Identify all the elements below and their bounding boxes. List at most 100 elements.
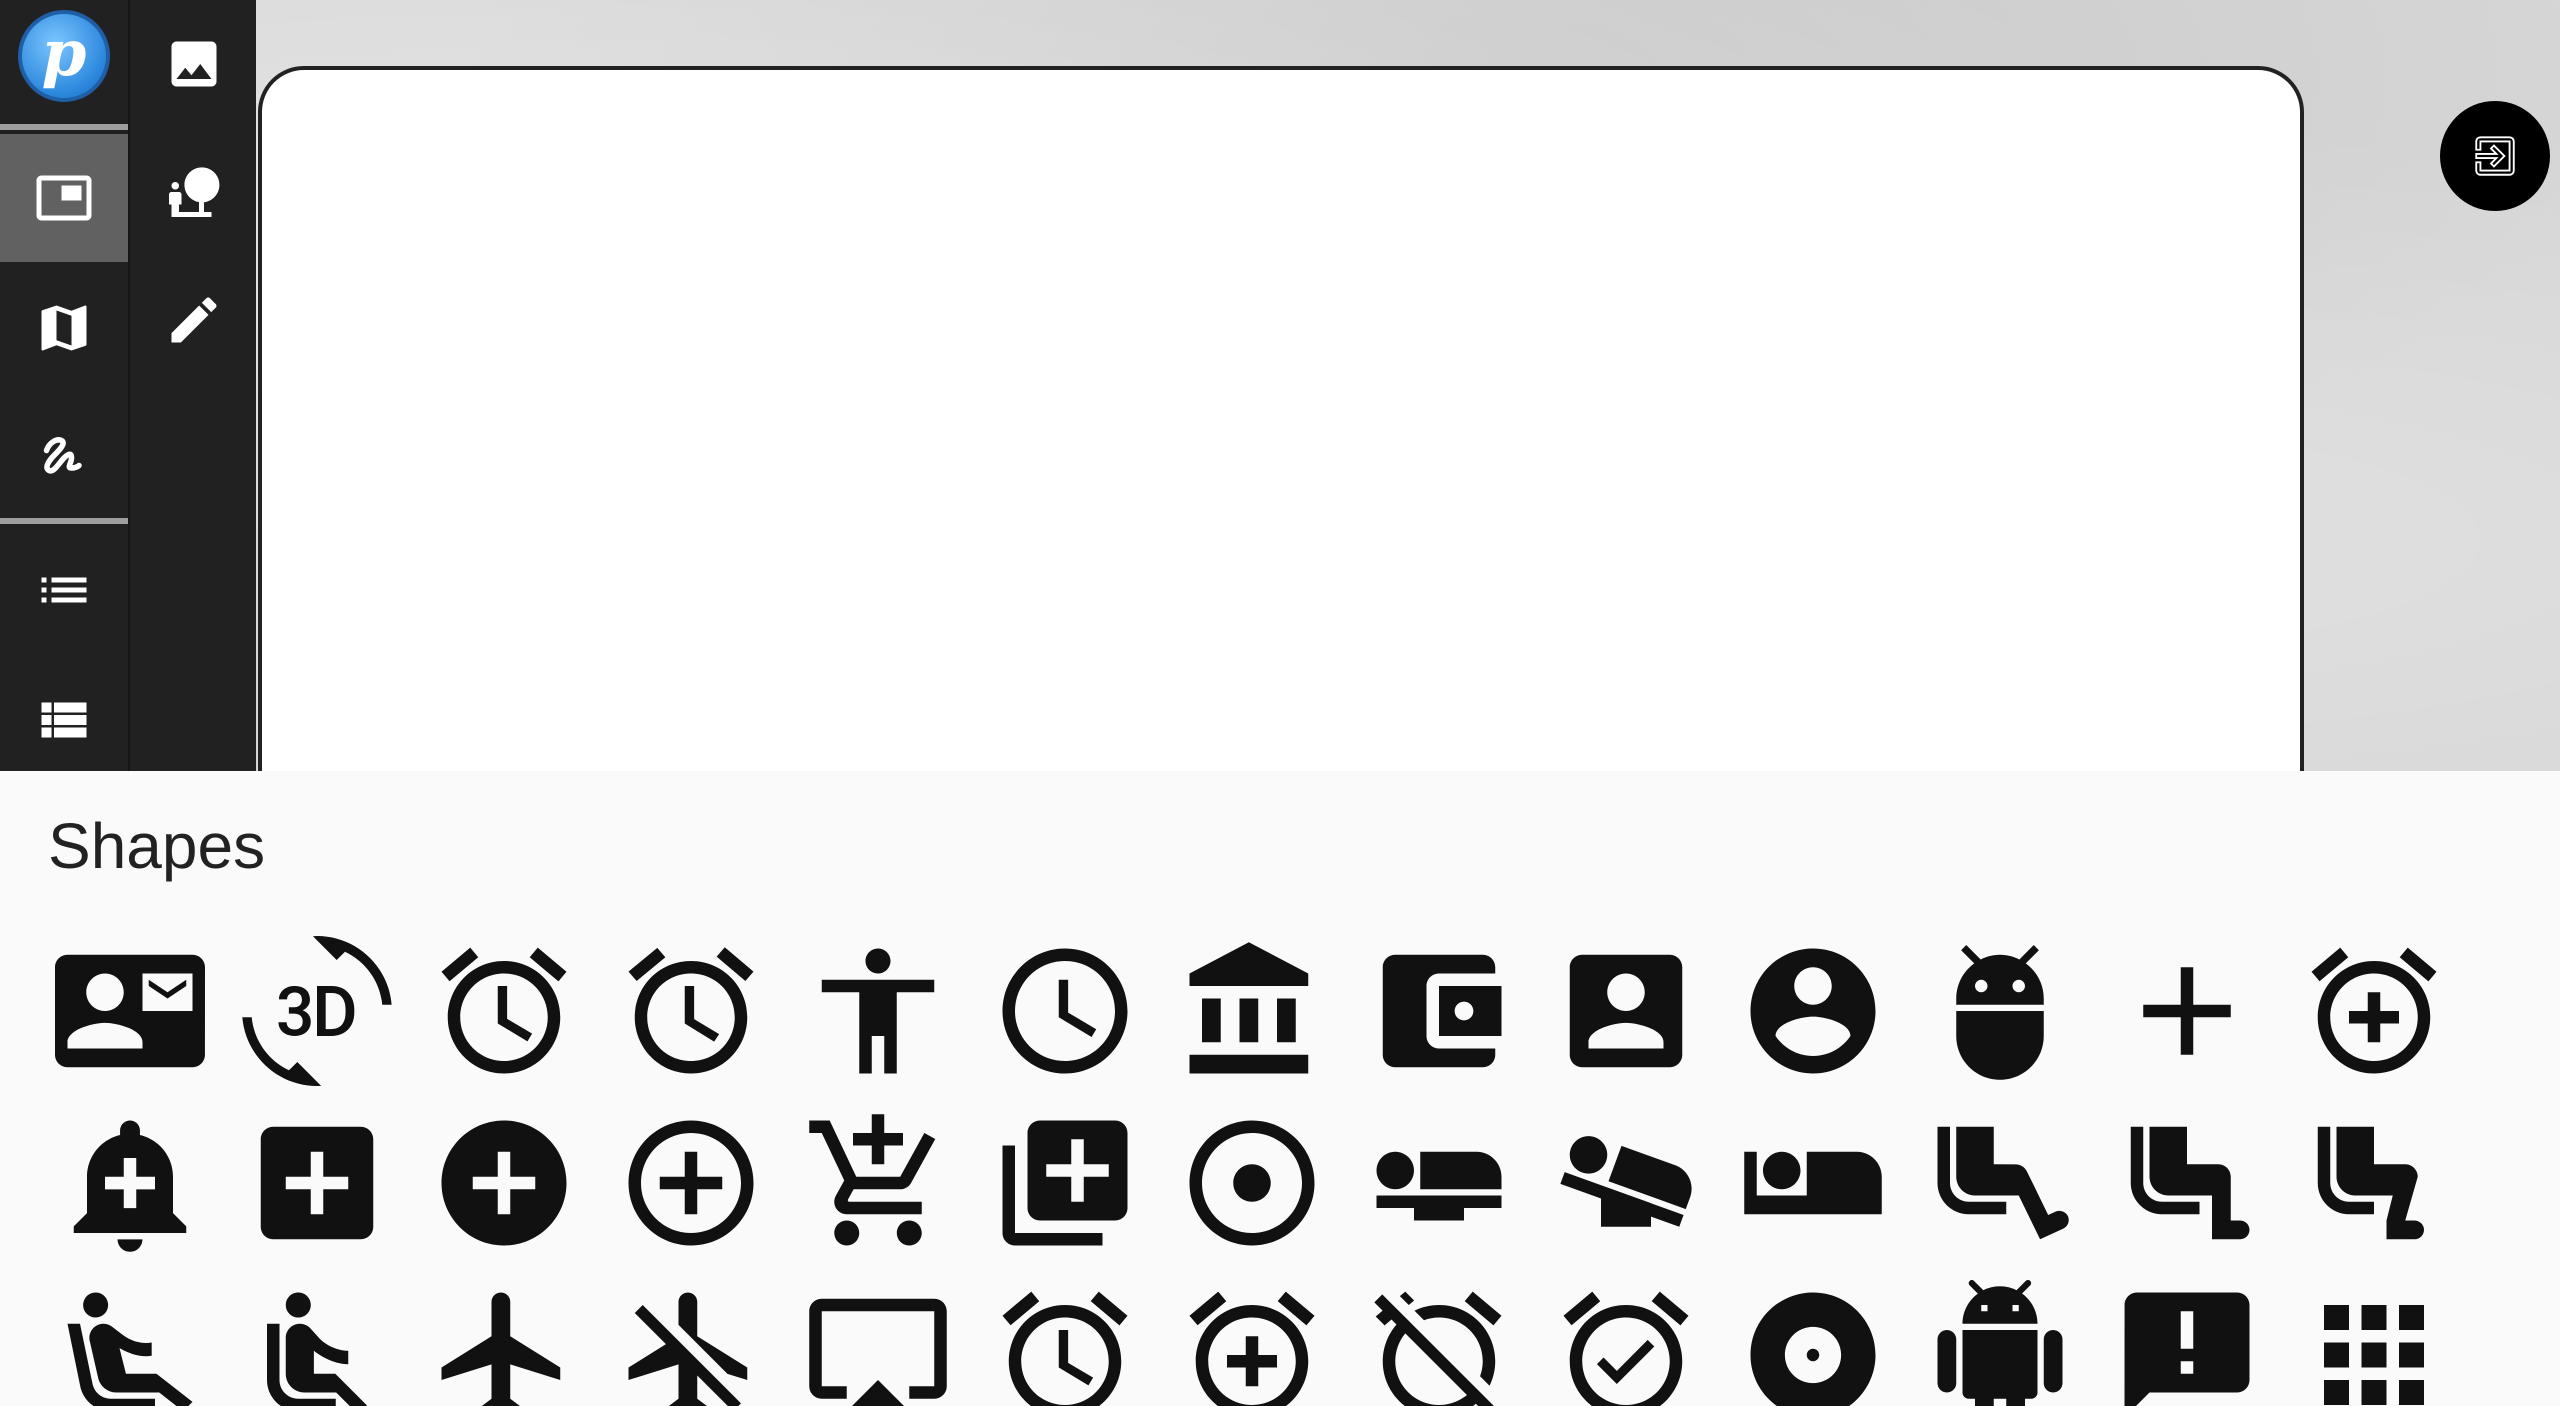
app-logo[interactable]: p — [18, 10, 110, 102]
add-shopping-cart-icon — [808, 1114, 935, 1246]
drawing-canvas[interactable] — [258, 66, 2304, 826]
exit-button[interactable] — [2440, 101, 2550, 211]
shape-airline-seat-legroom-normal[interactable] — [2093, 1097, 2280, 1269]
shape-airline-seat-flat-angled[interactable] — [1532, 1097, 1719, 1269]
account-balance-icon — [1189, 942, 1308, 1074]
airline-seat-legroom-normal-icon — [2130, 1126, 2249, 1240]
rail-item-signature[interactable] — [0, 394, 128, 522]
3d-rotation-icon — [241, 936, 392, 1086]
table-list-icon — [41, 702, 87, 738]
shape-android[interactable] — [1906, 1269, 2093, 1406]
logo-letter: p — [41, 16, 87, 91]
shape-airline-seat-recline-extra[interactable] — [36, 1269, 223, 1406]
add-circle-outline-icon — [628, 1120, 753, 1246]
accessibility-icon — [821, 948, 934, 1074]
airplay-icon — [808, 1298, 947, 1406]
airline-seat-recline-normal-icon — [266, 1292, 367, 1406]
image-icon — [171, 41, 217, 87]
shape-apps[interactable] — [2280, 1269, 2467, 1406]
announcement-icon — [2124, 1292, 2249, 1406]
secondary-toolbar — [128, 0, 256, 771]
shape-access-time[interactable] — [971, 925, 1158, 1097]
shapes-grid — [36, 925, 2467, 1406]
shape-alarm-add[interactable] — [1158, 1269, 1345, 1406]
airplanemode-active-icon — [441, 1292, 560, 1406]
shape-album[interactable] — [1719, 1269, 1906, 1406]
shape-alarm-off[interactable] — [1345, 1269, 1532, 1406]
shape-add-to-photos[interactable] — [971, 1097, 1158, 1269]
shape-account-balance[interactable] — [1158, 925, 1345, 1097]
pencil-icon — [171, 297, 217, 343]
shape-add-circle-outline[interactable] — [597, 1097, 784, 1269]
shape-alarm[interactable] — [971, 1269, 1158, 1406]
shape-airplanemode-inactive[interactable] — [597, 1269, 784, 1406]
shape-add-alarm[interactable] — [2280, 925, 2467, 1097]
shape-airline-seat-legroom-extra[interactable] — [1906, 1097, 2093, 1269]
shape-3d-rotation[interactable] — [223, 925, 410, 1097]
nature-people-icon — [169, 167, 220, 217]
exit-to-app-icon — [2475, 136, 2515, 176]
shape-airplanemode-active[interactable] — [410, 1269, 597, 1406]
shape-access-alarms[interactable] — [597, 925, 784, 1097]
shape-accessibility[interactable] — [784, 925, 971, 1097]
shape-adb[interactable] — [1906, 925, 2093, 1097]
add-box-icon — [260, 1126, 373, 1240]
rail-item-table-list[interactable] — [0, 656, 128, 784]
map-icon — [41, 305, 87, 351]
alarm-off-icon — [1373, 1291, 1501, 1406]
rail-item-map[interactable] — [0, 264, 128, 392]
access-time-icon — [1002, 948, 1127, 1074]
panel-title: Shapes — [48, 810, 266, 882]
shape-announcement[interactable] — [2093, 1269, 2280, 1406]
shape-airline-seat-flat[interactable] — [1345, 1097, 1532, 1269]
shape-adjust[interactable] — [1158, 1097, 1345, 1269]
rail-item-frame[interactable] — [0, 134, 128, 262]
access-alarm-icon — [441, 947, 566, 1074]
primary-toolbar: p — [0, 0, 128, 771]
shape-add-shopping-cart[interactable] — [784, 1097, 971, 1269]
shape-access-alarm[interactable] — [410, 925, 597, 1097]
shape-contact-mail[interactable] — [36, 925, 223, 1097]
rail-divider — [0, 518, 128, 524]
shape-airplay[interactable] — [784, 1269, 971, 1406]
android-icon — [1937, 1280, 2062, 1406]
shape-add-circle[interactable] — [410, 1097, 597, 1269]
shape-airline-seat-recline-normal[interactable] — [223, 1269, 410, 1406]
album-icon — [1750, 1292, 1875, 1406]
account-balance-wallet-icon — [1382, 954, 1501, 1068]
airline-seat-flat-angled-icon — [1559, 1136, 1692, 1227]
shape-alarm-on[interactable] — [1532, 1269, 1719, 1406]
rail-divider — [0, 124, 128, 130]
shape-airline-seat-legroom-reduced[interactable] — [2280, 1097, 2467, 1269]
airplanemode-inactive-icon — [628, 1292, 747, 1406]
airline-seat-individual-suite-icon — [1743, 1151, 1882, 1215]
shapes-panel: Shapes — [0, 771, 2560, 1406]
shape-airline-seat-individual-suite[interactable] — [1719, 1097, 1906, 1269]
rail-item-list[interactable] — [0, 526, 128, 654]
adb-icon — [1955, 945, 2044, 1080]
airline-seat-legroom-extra-icon — [1937, 1126, 2069, 1240]
tool-image[interactable] — [130, 0, 258, 128]
add-alert-icon — [73, 1120, 186, 1252]
account-circle-icon — [1750, 948, 1875, 1074]
shape-account-box[interactable] — [1532, 925, 1719, 1097]
shape-account-circle[interactable] — [1719, 925, 1906, 1097]
tool-nature-people[interactable] — [130, 128, 258, 256]
add-icon — [2142, 967, 2231, 1055]
alarm-on-icon — [1563, 1291, 1688, 1406]
account-box-icon — [1569, 954, 1682, 1068]
access-alarms-icon — [628, 947, 753, 1074]
contact-mail-icon — [54, 954, 205, 1068]
shape-account-balance-wallet[interactable] — [1345, 925, 1532, 1097]
shape-add-box[interactable] — [223, 1097, 410, 1269]
adjust-icon — [1189, 1120, 1314, 1246]
tool-pencil[interactable] — [130, 256, 258, 384]
frame-icon — [36, 175, 92, 221]
airline-seat-recline-extra-icon — [67, 1292, 192, 1406]
add-alarm-icon — [2311, 947, 2436, 1074]
add-circle-icon — [441, 1120, 566, 1246]
signature-icon — [43, 437, 82, 474]
alarm-add-icon — [1189, 1291, 1314, 1406]
shape-add-alert[interactable] — [36, 1097, 223, 1269]
shape-add[interactable] — [2093, 925, 2280, 1097]
